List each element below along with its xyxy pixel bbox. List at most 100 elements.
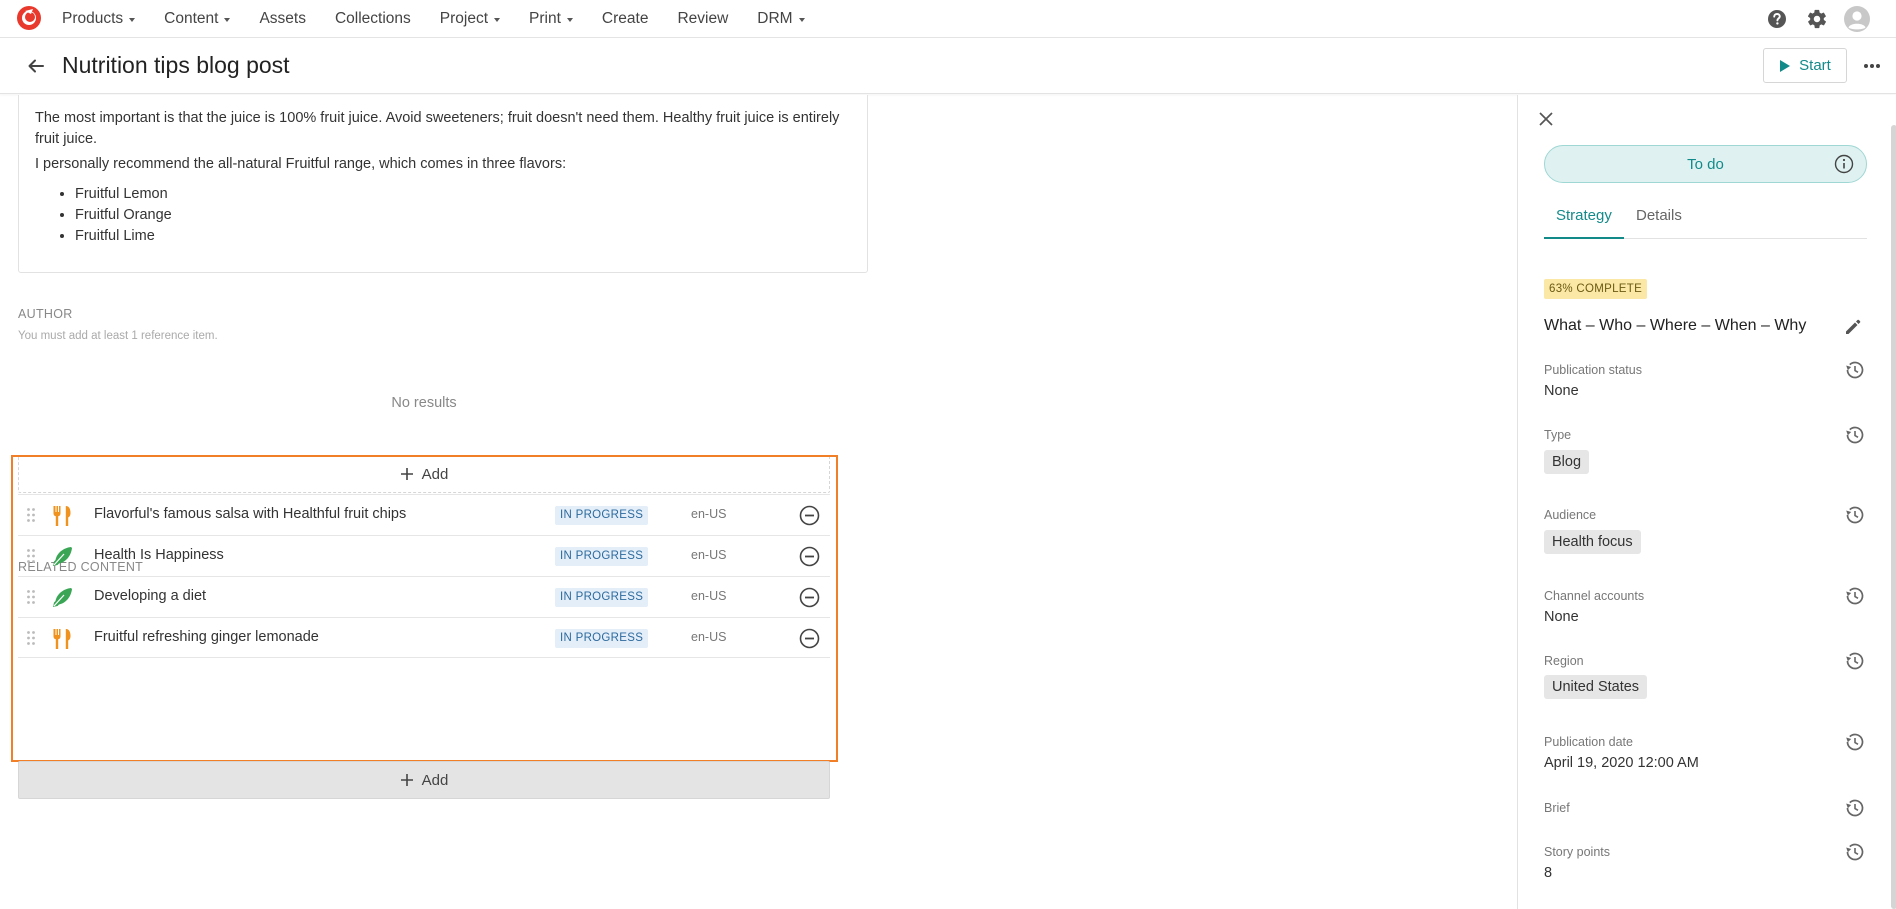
- caret-down-icon: [129, 17, 136, 22]
- field-chip: Blog: [1544, 450, 1590, 474]
- locale-label: en-US: [691, 589, 727, 603]
- field-label: Publication date: [1544, 735, 1633, 749]
- tab-strategy[interactable]: Strategy: [1544, 207, 1624, 239]
- panel-tabs: Strategy Details: [1544, 207, 1867, 239]
- back-button[interactable]: [22, 52, 50, 80]
- arrow-left-icon: [28, 59, 44, 73]
- caret-down-icon: [224, 17, 231, 22]
- plus-icon: [400, 468, 413, 480]
- author-section-label: AUTHOR: [18, 307, 73, 321]
- drag-handle-icon[interactable]: [26, 589, 36, 605]
- history-icon[interactable]: [1843, 585, 1865, 607]
- status-badge: IN PROGRESS: [555, 506, 649, 525]
- remove-circle-icon[interactable]: [799, 628, 820, 649]
- history-icon[interactable]: [1843, 424, 1865, 446]
- history-icon[interactable]: [1843, 504, 1865, 526]
- field-label: Region: [1544, 654, 1584, 668]
- recipe-icon: [53, 629, 71, 649]
- author-hint: You must add at least 1 reference item.: [18, 330, 218, 342]
- table-row[interactable]: Fruitful refreshing ginger lemonade IN P…: [18, 617, 830, 658]
- field-value: April 19, 2020 12:00 AM: [1544, 755, 1699, 771]
- table-row[interactable]: Flavorful's famous salsa with Healthful …: [18, 494, 830, 535]
- table-row[interactable]: Health Is Happiness IN PROGRESS en-US: [18, 535, 830, 576]
- nav-label: Create: [601, 10, 649, 27]
- add-label: Add: [421, 771, 449, 789]
- nav-label: Collections: [334, 10, 411, 27]
- related-content-list: Flavorful's famous salsa with Healthful …: [18, 494, 830, 658]
- app-logo-icon[interactable]: [16, 5, 42, 31]
- start-label: Start: [1799, 57, 1831, 74]
- field-label: Audience: [1544, 508, 1597, 522]
- remove-circle-icon[interactable]: [799, 505, 820, 526]
- user-avatar-icon[interactable]: [1844, 6, 1870, 32]
- pencil-icon[interactable]: [1843, 317, 1863, 337]
- nav-products[interactable]: Products: [62, 10, 136, 28]
- caret-down-icon: [494, 17, 501, 22]
- start-button[interactable]: Start: [1763, 48, 1847, 83]
- list-item: Fruitful Lemon: [75, 184, 172, 205]
- nav-review[interactable]: Review: [677, 10, 728, 28]
- add-related-content-button[interactable]: Add: [18, 761, 830, 799]
- history-icon[interactable]: [1843, 797, 1865, 819]
- drag-handle-icon[interactable]: [26, 507, 36, 523]
- locale-label: en-US: [691, 507, 727, 521]
- related-item-title[interactable]: Health Is Happiness: [94, 547, 224, 563]
- nav-label: Project: [439, 10, 489, 27]
- status-badge: IN PROGRESS: [555, 547, 649, 566]
- remove-circle-icon[interactable]: [799, 587, 820, 608]
- nav-project[interactable]: Project: [439, 10, 501, 28]
- more-options-button[interactable]: [1860, 52, 1884, 80]
- history-icon[interactable]: [1843, 841, 1865, 863]
- status-badge: IN PROGRESS: [555, 629, 649, 648]
- article-paragraph: I personally recommend the all-natural F…: [35, 156, 567, 172]
- drag-handle-icon[interactable]: [26, 630, 36, 646]
- feather-icon: [53, 588, 72, 607]
- tab-details[interactable]: Details: [1636, 207, 1682, 239]
- field-label: Type: [1544, 428, 1572, 442]
- nav-content[interactable]: Content: [164, 10, 231, 28]
- top-right-actions: [1750, 6, 1870, 32]
- nav-label: Content: [164, 10, 219, 27]
- help-icon[interactable]: [1764, 6, 1790, 32]
- field-label: Publication status: [1544, 363, 1642, 377]
- strategy-title: What – Who – Where – When – Why: [1544, 317, 1807, 334]
- article-body-card[interactable]: The most important is that the juice is …: [18, 95, 868, 273]
- field-label: Brief: [1544, 801, 1570, 815]
- history-icon[interactable]: [1843, 650, 1865, 672]
- flavor-list: Fruitful Lemon Fruitful Orange Fruitful …: [75, 184, 172, 247]
- table-row[interactable]: Developing a diet IN PROGRESS en-US: [18, 576, 830, 617]
- workflow-status-button[interactable]: To do: [1544, 145, 1867, 183]
- close-panel-button[interactable]: [1536, 109, 1556, 129]
- author-empty-state: No results: [391, 395, 457, 411]
- nav-assets[interactable]: Assets: [259, 10, 306, 28]
- caret-down-icon: [566, 17, 573, 22]
- panel-scrollbar[interactable]: [1891, 125, 1896, 909]
- field-value: None: [1544, 609, 1579, 625]
- status-label: To do: [1687, 155, 1724, 173]
- nav-print[interactable]: Print: [529, 10, 573, 28]
- history-icon[interactable]: [1843, 731, 1865, 753]
- nav-label: DRM: [757, 10, 793, 27]
- related-item-title[interactable]: Flavorful's famous salsa with Healthful …: [94, 506, 406, 522]
- nav-collections[interactable]: Collections: [335, 10, 411, 28]
- field-value: 8: [1544, 865, 1553, 881]
- article-paragraph: The most important is that the juice is …: [35, 110, 840, 147]
- drag-handle-icon[interactable]: [26, 548, 36, 564]
- page-header: Nutrition tips blog post Start: [0, 38, 1896, 94]
- completion-badge: 63% COMPLETE: [1544, 279, 1648, 299]
- nav-create[interactable]: Create: [602, 10, 649, 28]
- add-author-button[interactable]: Add: [18, 455, 830, 493]
- nav-drm[interactable]: DRM: [757, 10, 805, 28]
- feather-icon: [53, 547, 72, 566]
- info-icon[interactable]: [1834, 154, 1854, 174]
- gear-icon[interactable]: [1804, 6, 1830, 32]
- remove-circle-icon[interactable]: [799, 546, 820, 567]
- related-item-title[interactable]: Fruitful refreshing ginger lemonade: [94, 629, 319, 645]
- field-chip: Health focus: [1544, 530, 1641, 554]
- status-badge: IN PROGRESS: [555, 588, 649, 607]
- close-icon: [1539, 112, 1553, 126]
- related-item-title[interactable]: Developing a diet: [94, 588, 206, 604]
- history-icon[interactable]: [1843, 359, 1865, 381]
- field-value: None: [1544, 383, 1579, 399]
- field-label: Story points: [1544, 845, 1611, 859]
